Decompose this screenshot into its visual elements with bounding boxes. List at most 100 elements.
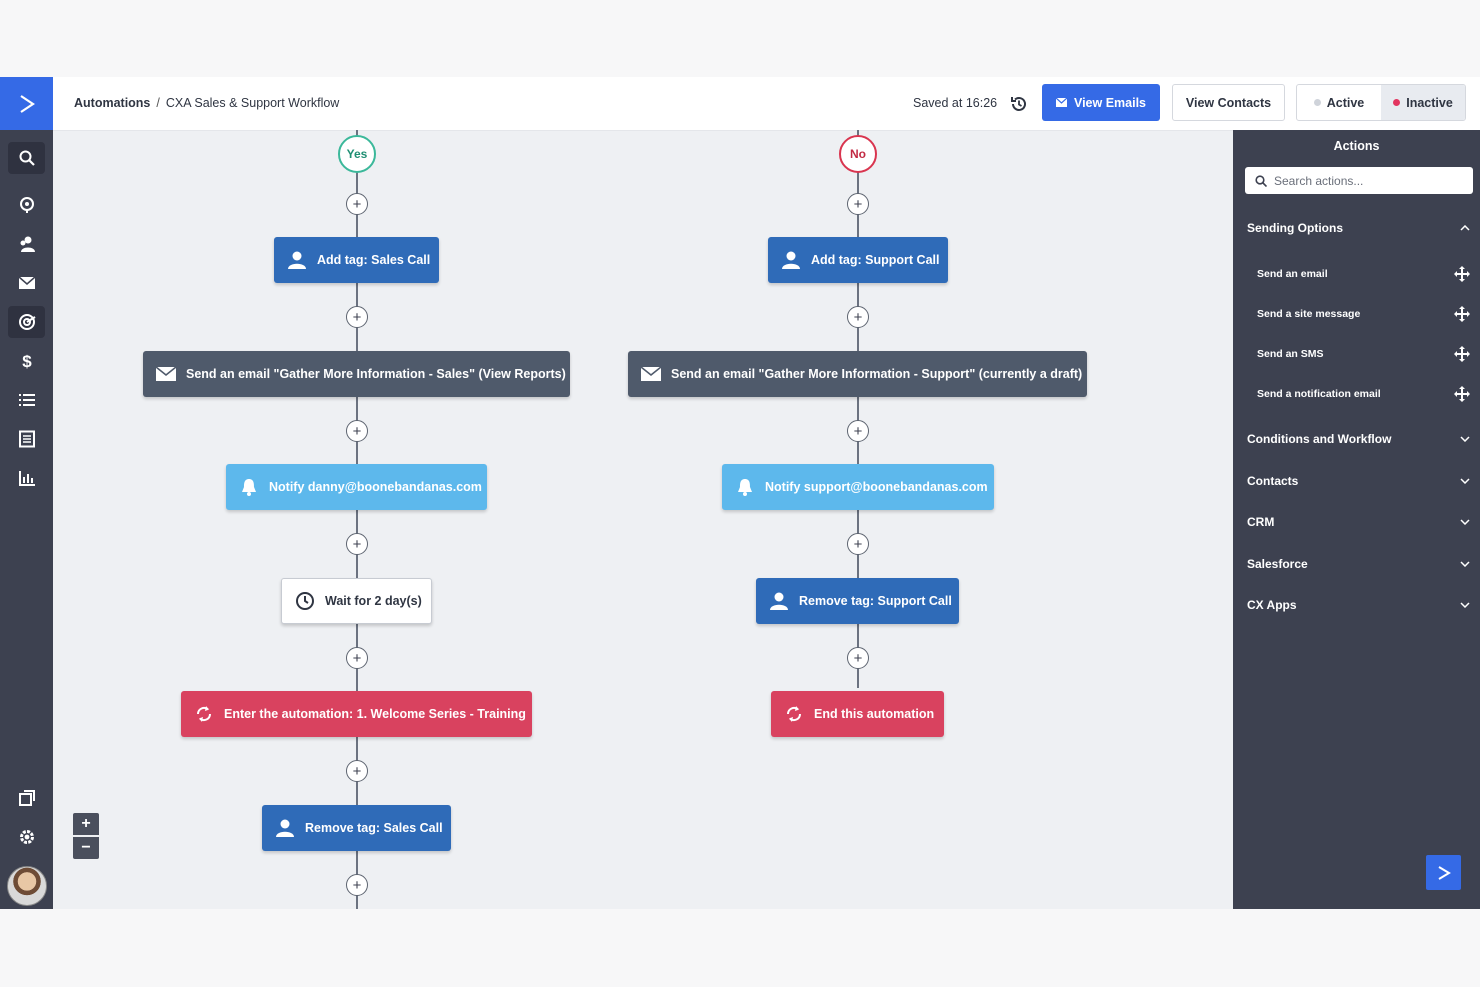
nav-forms[interactable] [8, 423, 45, 455]
collapse-panel-button[interactable] [1426, 855, 1461, 890]
zoom-out-button[interactable]: − [73, 837, 99, 859]
add-step-button[interactable]: + [847, 193, 869, 215]
step-label: Notify danny@boonebandanas.com [269, 480, 482, 494]
user-icon [770, 592, 788, 610]
step-add-tag-support[interactable]: Add tag: Support Call [768, 237, 948, 283]
step-send-email-sales[interactable]: Send an email "Gather More Information -… [143, 351, 570, 397]
add-step-button[interactable]: + [847, 420, 869, 442]
add-step-button[interactable]: + [346, 306, 368, 328]
action-label: Send a notification email [1257, 388, 1381, 400]
section-conditions-workflow[interactable]: Conditions and Workflow [1247, 429, 1470, 449]
user-avatar[interactable] [7, 866, 47, 906]
envelope-icon [1055, 98, 1067, 107]
step-notify-support[interactable]: Notify support@boonebandanas.com [722, 464, 994, 510]
step-notify-danny[interactable]: Notify danny@boonebandanas.com [226, 464, 487, 510]
top-header: Automations / CXA Sales & Support Workflow… [53, 77, 1480, 131]
action-send-email[interactable]: Send an email [1257, 264, 1470, 284]
add-step-button[interactable]: + [346, 193, 368, 215]
saved-status: Saved at 16:26 [913, 96, 998, 110]
nav-settings[interactable] [8, 821, 45, 853]
branch-no-label: No [839, 135, 877, 173]
step-label: Enter the automation: 1. Welcome Series … [224, 707, 526, 721]
workflow-canvas[interactable]: Yes + Add tag: Sales Call + Send an emai… [53, 130, 1233, 909]
nav-automations[interactable] [8, 306, 45, 338]
section-label: Sending Options [1247, 221, 1343, 235]
nav-lists[interactable] [8, 384, 45, 416]
step-label: Send an email "Gather More Information -… [671, 367, 1083, 381]
step-send-email-support[interactable]: Send an email "Gather More Information -… [628, 351, 1087, 397]
chevron-down-icon [1460, 602, 1470, 608]
nav-pages[interactable] [8, 782, 45, 814]
step-end-automation[interactable]: End this automation [771, 691, 944, 737]
drag-move-icon[interactable] [1454, 266, 1470, 282]
user-icon [288, 251, 306, 269]
user-icon [276, 819, 294, 837]
section-contacts[interactable]: Contacts [1247, 471, 1470, 491]
chevron-right-logo-icon [19, 94, 35, 113]
pin-icon [19, 197, 34, 213]
left-navigation: $ [0, 77, 53, 909]
chevron-down-icon [1460, 561, 1470, 567]
action-send-sms[interactable]: Send an SMS [1257, 344, 1470, 364]
step-enter-automation[interactable]: Enter the automation: 1. Welcome Series … [181, 691, 532, 737]
step-label: Remove tag: Sales Call [305, 821, 443, 835]
settings-icon [19, 830, 34, 844]
drag-move-icon[interactable] [1454, 346, 1470, 362]
step-remove-tag-sales[interactable]: Remove tag: Sales Call [262, 805, 451, 851]
nav-contacts[interactable] [8, 228, 45, 260]
chevron-down-icon [1460, 478, 1470, 484]
add-step-button[interactable]: + [847, 647, 869, 669]
nav-pin[interactable] [8, 189, 45, 221]
search-icon [19, 150, 35, 166]
section-sending-options[interactable]: Sending Options [1247, 218, 1470, 238]
section-label: Contacts [1247, 474, 1299, 488]
zoom-in-button[interactable]: + [73, 813, 99, 835]
nav-campaigns[interactable] [8, 267, 45, 299]
add-step-button[interactable]: + [847, 306, 869, 328]
section-salesforce[interactable]: Salesforce [1247, 554, 1470, 574]
step-remove-tag-support[interactable]: Remove tag: Support Call [756, 578, 959, 624]
section-crm[interactable]: CRM [1247, 512, 1470, 532]
section-label: Conditions and Workflow [1247, 432, 1392, 446]
drag-move-icon[interactable] [1454, 306, 1470, 322]
forms-icon [18, 430, 35, 448]
action-send-site-message[interactable]: Send a site message [1257, 304, 1470, 324]
automation-builder: $ Automations / CXA Sales & Support Workfl… [0, 77, 1480, 909]
section-label: CX Apps [1247, 598, 1297, 612]
action-send-notification-email[interactable]: Send a notification email [1257, 384, 1470, 404]
step-wait[interactable]: Wait for 2 day(s) [281, 578, 432, 624]
status-active-label: Active [1326, 95, 1365, 110]
status-active-option[interactable]: Active [1297, 85, 1381, 120]
action-label: Send an email [1257, 268, 1328, 280]
section-label: Salesforce [1247, 557, 1308, 571]
breadcrumb-root-link[interactable]: Automations [74, 96, 150, 110]
view-contacts-button[interactable]: View Contacts [1172, 84, 1285, 121]
add-step-button[interactable]: + [346, 874, 368, 896]
svg-text:$: $ [22, 352, 32, 370]
section-cx-apps[interactable]: CX Apps [1247, 595, 1470, 615]
add-step-button[interactable]: + [847, 533, 869, 555]
nav-reports[interactable] [8, 462, 45, 494]
add-step-button[interactable]: + [346, 420, 368, 442]
nav-deals[interactable]: $ [8, 345, 45, 377]
actions-search-input[interactable] [1272, 172, 1466, 189]
status-inactive-label: Inactive [1406, 95, 1453, 110]
view-emails-button[interactable]: View Emails [1042, 84, 1160, 121]
nav-search[interactable] [8, 142, 45, 174]
add-step-button[interactable]: + [346, 647, 368, 669]
section-label: CRM [1247, 515, 1275, 529]
step-add-tag-sales[interactable]: Add tag: Sales Call [274, 237, 439, 283]
history-icon[interactable] [1009, 94, 1029, 114]
actions-panel: Actions Sending Options Send an email Se… [1233, 130, 1480, 909]
status-inactive-option[interactable]: Inactive [1381, 85, 1465, 120]
add-step-button[interactable]: + [346, 533, 368, 555]
pages-icon [18, 790, 35, 806]
brand-logo[interactable] [0, 77, 53, 130]
dollar-icon: $ [22, 352, 32, 370]
add-step-button[interactable]: + [346, 760, 368, 782]
clock-icon [296, 592, 314, 610]
drag-move-icon[interactable] [1454, 386, 1470, 402]
step-label: Wait for 2 day(s) [325, 594, 422, 608]
breadcrumb: Automations / CXA Sales & Support Workflow [74, 96, 339, 110]
step-label: End this automation [814, 707, 935, 721]
